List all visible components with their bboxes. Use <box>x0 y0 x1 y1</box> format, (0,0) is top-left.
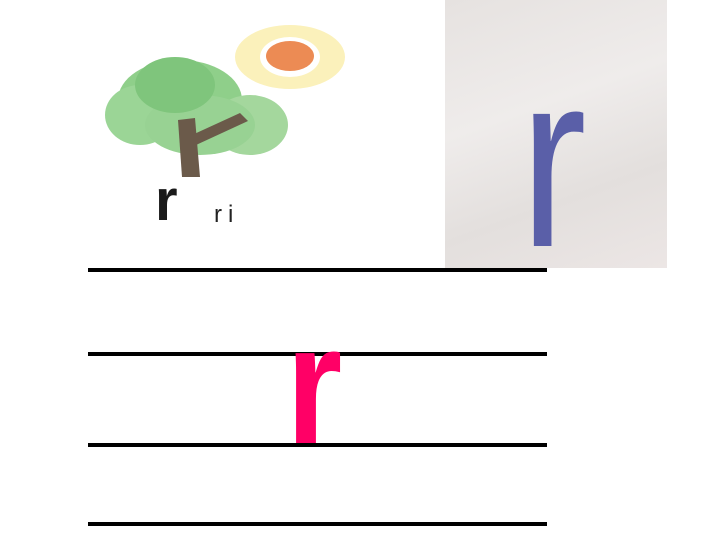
illustration-syllable: ri <box>214 201 240 228</box>
writing-line-1 <box>88 268 547 272</box>
sun-icon <box>235 25 345 89</box>
practice-letter: r <box>286 290 343 480</box>
writing-line-4 <box>88 522 547 526</box>
illustration-letter: r <box>155 168 178 233</box>
card-letter: r <box>520 20 587 299</box>
tree-sun-illustration <box>105 25 345 177</box>
